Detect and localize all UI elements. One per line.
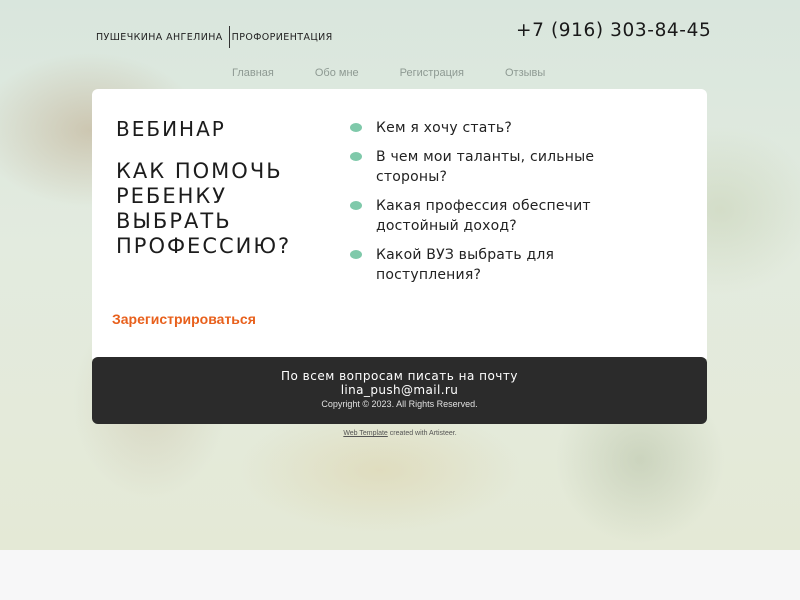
nav-item-home[interactable]: Главная <box>232 67 274 79</box>
topic-text: Кем я хочу стать? <box>376 120 512 136</box>
webinar-card: ВЕБИНАР КАК ПОМОЧЬ РЕБЕНКУ ВЫБРАТЬ ПРОФЕ… <box>92 89 707 359</box>
topic-item: Кем я хочу стать? <box>350 118 594 138</box>
web-template-link[interactable]: Web Template <box>343 430 388 437</box>
brand-tagline: ПРОФОРИЕНТАЦИЯ <box>231 31 333 43</box>
topic-item: Какой ВУЗ выбрать для поступления? <box>350 245 594 285</box>
question-line: РЕБЕНКУ <box>116 184 228 208</box>
bullet-dot-icon <box>350 250 362 259</box>
nav-item-reviews[interactable]: Отзывы <box>505 67 545 79</box>
brand-divider <box>228 26 230 48</box>
nav-item-registration[interactable]: Регистрация <box>400 67 464 79</box>
question-line: ПРОФЕССИЮ? <box>116 234 292 258</box>
footer-contact-text: По всем вопросам писать на почту <box>281 369 518 383</box>
topic-item: В чем мои таланты, сильные стороны? <box>350 147 594 187</box>
topic-text: достойный доход? <box>376 218 517 234</box>
bullet-dot-icon <box>350 152 362 161</box>
topics-list: Кем я хочу стать? В чем мои таланты, сил… <box>350 118 594 294</box>
page-bottom-strip <box>0 550 800 600</box>
question-line: ВЫБРАТЬ <box>116 209 232 233</box>
brand-name: ПУШЕЧКИНА АНГЕЛИНА <box>96 31 223 43</box>
webinar-question: КАК ПОМОЧЬ РЕБЕНКУ ВЫБРАТЬ ПРОФЕССИЮ? <box>116 159 291 259</box>
webinar-label: ВЕБИНАР <box>116 117 226 141</box>
credits-suffix: created with Artisteer. <box>387 430 457 437</box>
bullet-dot-icon <box>350 201 362 210</box>
footer-email[interactable]: lina_push@mail.ru <box>92 383 707 397</box>
topic-text: поступления? <box>376 267 482 283</box>
footer: По всем вопросам писать на почту lina_pu… <box>92 357 707 424</box>
phone-number[interactable]: +7 (916) 303-84-45 <box>516 20 711 41</box>
topic-text: Какой ВУЗ выбрать для <box>376 247 555 263</box>
webinar-headline: ВЕБИНАР КАК ПОМОЧЬ РЕБЕНКУ ВЫБРАТЬ ПРОФЕ… <box>116 117 291 259</box>
template-credits: Web Template created with Artisteer. <box>0 430 800 437</box>
topic-item: Какая профессия обеспечит достойный дохо… <box>350 196 594 236</box>
footer-copyright: Copyright © 2023. All Rights Reserved. <box>321 399 478 409</box>
main-nav: Главная Обо мне Регистрация Отзывы <box>232 67 586 79</box>
topic-text: стороны? <box>376 169 448 185</box>
question-line: КАК ПОМОЧЬ <box>116 159 283 183</box>
topic-text: В чем мои таланты, сильные <box>376 149 595 165</box>
brand-logo[interactable]: ПУШЕЧКИНА АНГЕЛИНА ПРОФОРИЕНТАЦИЯ <box>96 26 333 48</box>
bullet-dot-icon <box>350 123 362 132</box>
register-link[interactable]: Зарегистрироваться <box>112 311 256 327</box>
topic-text: Какая профессия обеспечит <box>376 198 591 214</box>
nav-item-about[interactable]: Обо мне <box>315 67 359 79</box>
